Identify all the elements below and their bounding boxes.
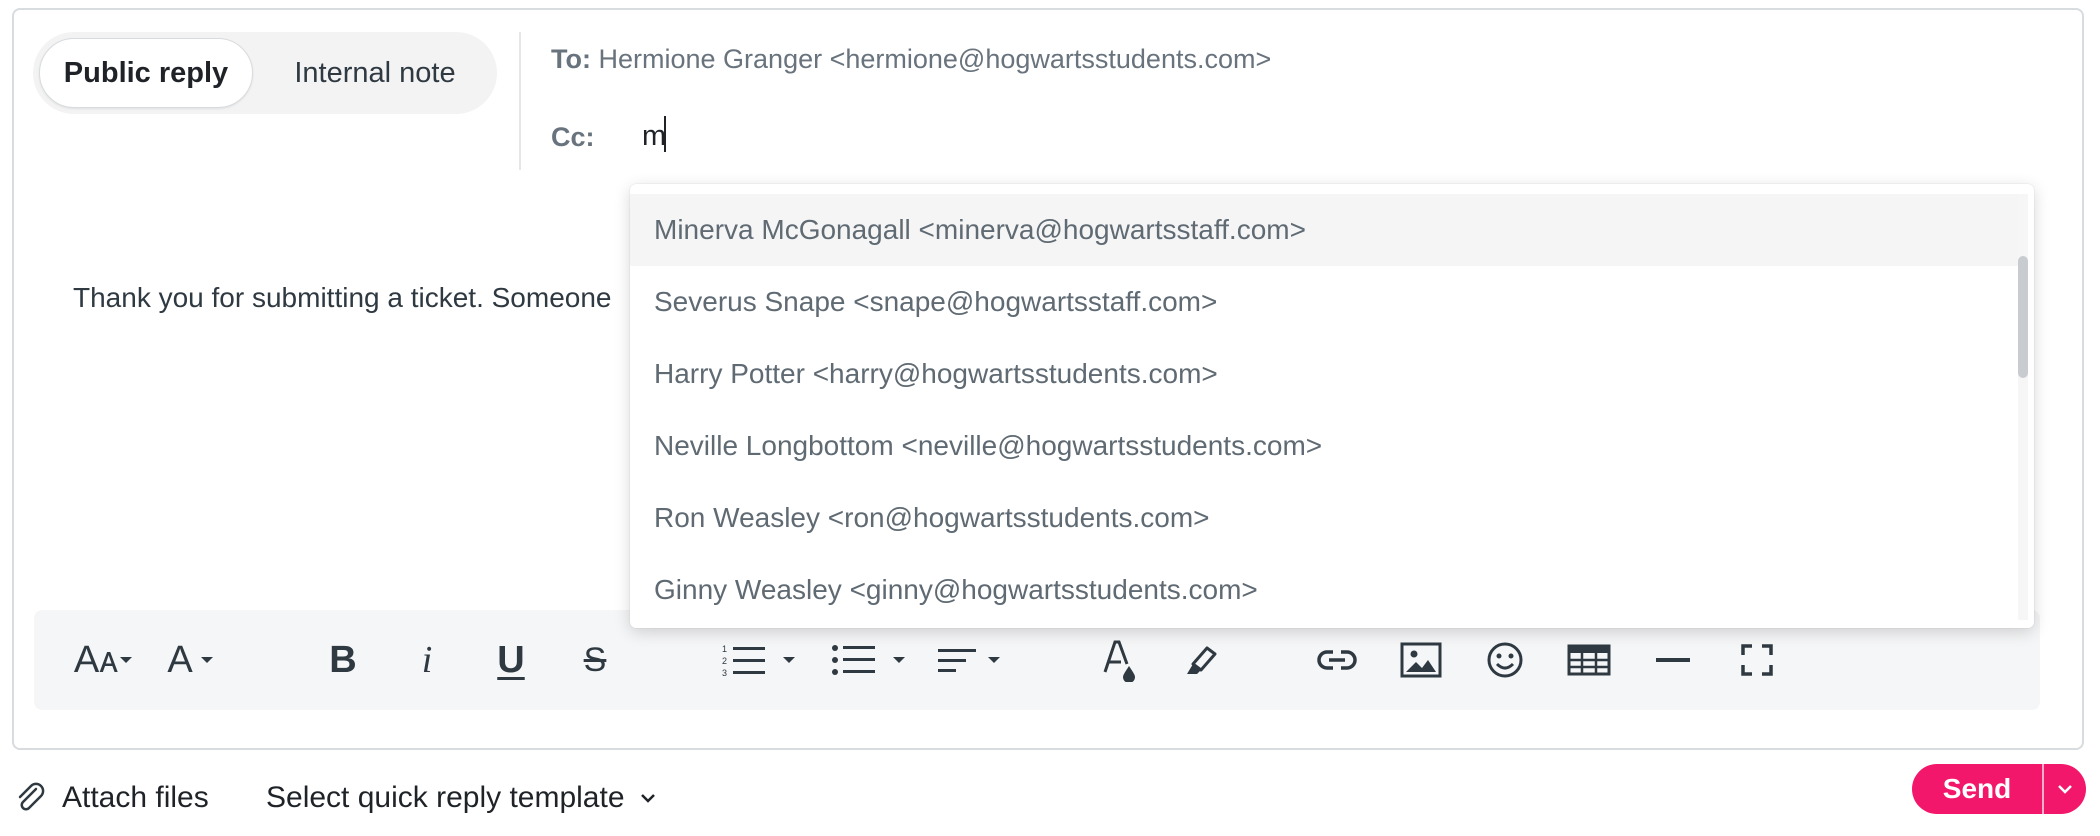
highlight-button[interactable] (1174, 632, 1224, 688)
text-caret (664, 116, 666, 152)
to-recipient[interactable]: Hermione Granger <hermione@hogwartsstude… (599, 44, 1272, 74)
svg-text:1: 1 (722, 644, 727, 654)
chevron-down-icon (640, 794, 655, 803)
svg-text:3: 3 (722, 668, 727, 678)
link-icon (1317, 650, 1357, 670)
text-color-icon (1103, 640, 1135, 682)
table-button[interactable] (1564, 632, 1614, 688)
fullscreen-icon (1741, 644, 1773, 676)
image-button[interactable] (1396, 632, 1446, 688)
align-button[interactable] (928, 632, 1012, 688)
svg-text:2: 2 (722, 656, 727, 666)
cc-label: Cc: (551, 122, 595, 152)
header-divider (519, 32, 521, 170)
autocomplete-option[interactable]: Ron Weasley <ron@hogwartsstudents.com> (630, 482, 2020, 554)
send-divider (2042, 764, 2044, 814)
image-icon (1400, 642, 1442, 678)
ordered-list-icon: 1 2 3 (722, 644, 765, 678)
table-icon (1567, 644, 1611, 676)
attach-files-button[interactable]: Attach files (14, 776, 209, 820)
horizontal-rule-button[interactable] (1648, 632, 1698, 688)
text-color-button[interactable] (1094, 632, 1144, 688)
autocomplete-option[interactable]: Minerva McGonagall <minerva@hogwartsstaf… (630, 194, 2020, 266)
autocomplete-option[interactable]: Neville Longbottom <neville@hogwartsstud… (630, 410, 2020, 482)
paperclip-icon (18, 782, 45, 811)
align-icon (938, 649, 976, 672)
internal-note-tab[interactable]: Internal note (259, 38, 491, 108)
italic-icon: i (421, 639, 433, 681)
italic-button[interactable]: i (404, 632, 450, 688)
fullscreen-button[interactable] (1732, 632, 1782, 688)
chevron-down-icon (988, 657, 1000, 663)
strikethrough-icon: S (583, 640, 607, 679)
chevron-down-icon (783, 657, 795, 663)
bold-button[interactable]: B (320, 632, 366, 688)
to-row[interactable]: To: Hermione Granger <hermione@hogwartss… (551, 44, 1271, 75)
autocomplete-list: Minerva McGonagall <minerva@hogwartsstaf… (630, 194, 2020, 626)
link-button[interactable] (1312, 632, 1362, 688)
chevron-down-icon (200, 657, 213, 663)
chevron-down-icon (120, 657, 133, 663)
send-options-button[interactable] (2044, 764, 2086, 814)
send-button-group: Send (1912, 764, 2086, 814)
bullet-list-icon (832, 645, 875, 675)
autocomplete-option[interactable]: Severus Snape <snape@hogwartsstaff.com> (630, 266, 2020, 338)
send-button[interactable]: Send (1912, 764, 2042, 814)
cc-input[interactable] (642, 116, 1342, 156)
font-size-button[interactable]: Aᴀ (64, 632, 144, 688)
autocomplete-option[interactable]: Harry Potter <harry@hogwartsstudents.com… (630, 338, 2020, 410)
quick-reply-template-label: Select quick reply template (266, 781, 625, 814)
to-label: To: (551, 44, 591, 74)
public-reply-tab[interactable]: Public reply (39, 38, 253, 108)
bold-icon: B (329, 638, 357, 681)
underline-button[interactable]: U (488, 632, 534, 688)
font-button[interactable]: A (156, 632, 226, 688)
reply-mode-toggle: Public reply Internal note (33, 32, 497, 114)
autocomplete-option[interactable]: Ginny Weasley <ginny@hogwartsstudents.co… (630, 554, 2020, 626)
underline-icon: U (497, 638, 525, 681)
chevron-down-icon (893, 657, 905, 663)
bullet-list-button[interactable] (824, 632, 914, 688)
chevron-down-icon (2058, 785, 2072, 794)
message-body[interactable]: Thank you for submitting a ticket. Someo… (73, 282, 633, 314)
ordered-list-button[interactable]: 1 2 3 (714, 632, 804, 688)
attach-files-label: Attach files (62, 781, 209, 814)
horizontal-rule-icon (1656, 658, 1690, 662)
strikethrough-button[interactable]: S (572, 632, 618, 688)
cc-autocomplete-dropdown: Minerva McGonagall <minerva@hogwartsstaf… (630, 184, 2034, 628)
font-icon: A (167, 638, 193, 681)
font-size-icon: Aᴀ (73, 638, 119, 681)
quick-reply-template-select[interactable]: Select quick reply template (266, 776, 657, 820)
dropdown-scrollbar-thumb[interactable] (2018, 256, 2028, 378)
emoji-icon (1487, 642, 1523, 678)
highlight-icon (1187, 646, 1217, 674)
emoji-button[interactable] (1480, 632, 1530, 688)
